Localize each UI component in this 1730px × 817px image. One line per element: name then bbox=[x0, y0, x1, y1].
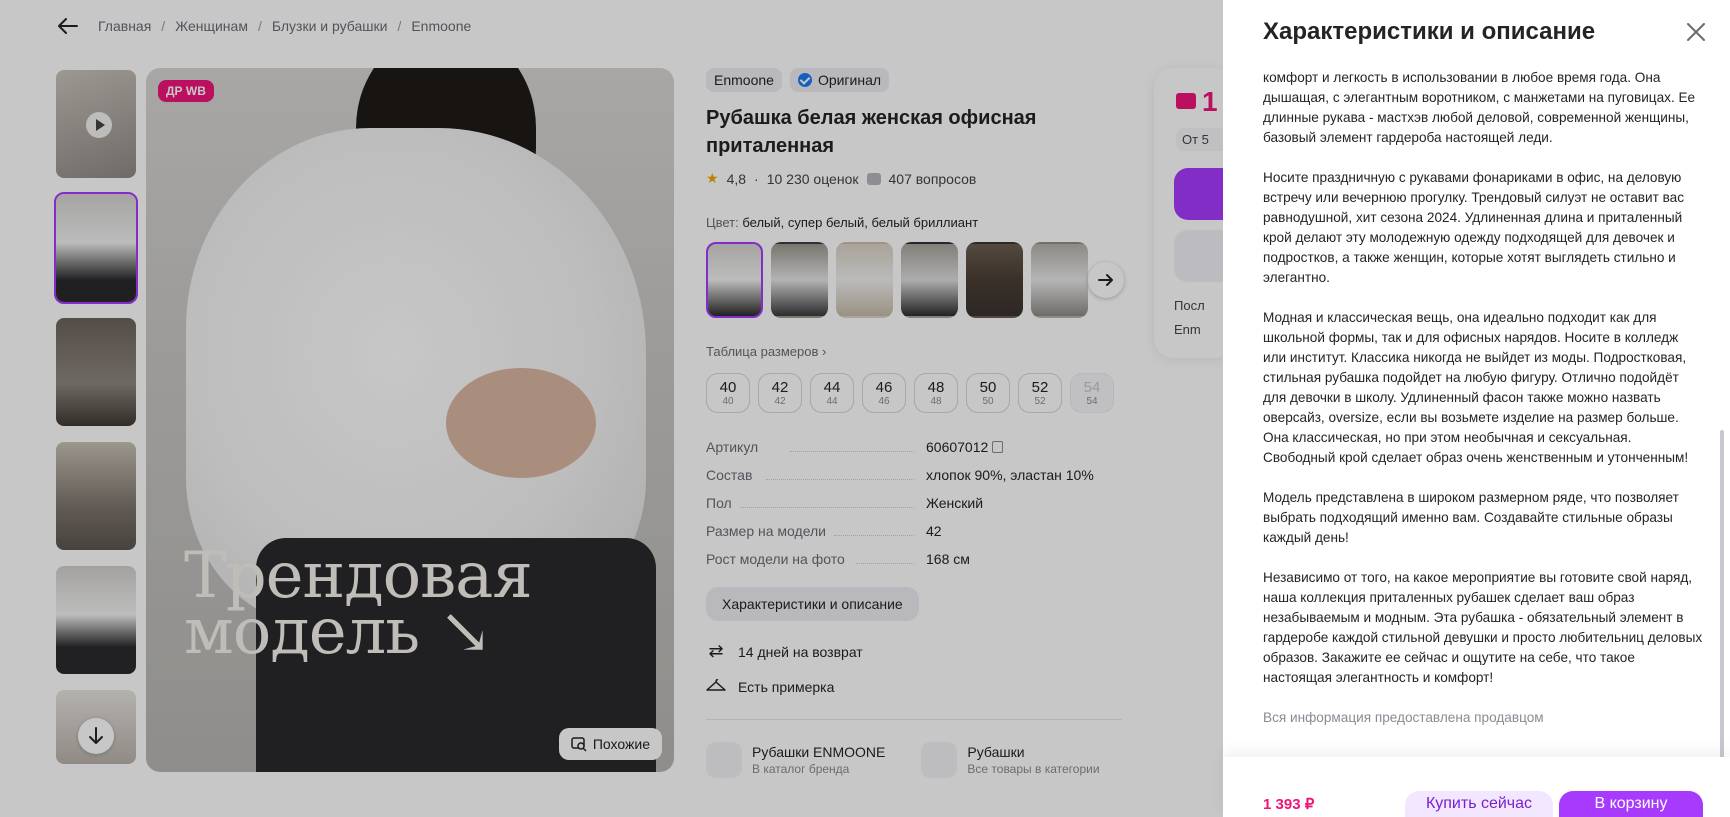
panel-title: Характеристики и описание bbox=[1263, 18, 1596, 45]
description-paragraph: комфорт и легкость в использовании в люб… bbox=[1263, 70, 1696, 145]
description-paragraph: Независимо от того, на какое мероприятие… bbox=[1263, 570, 1703, 685]
characteristics-panel: Характеристики и описание комфорт и легк… bbox=[1223, 0, 1730, 817]
add-to-cart-button[interactable]: В корзину bbox=[1559, 791, 1703, 817]
buy-now-button[interactable]: Купить сейчас bbox=[1405, 791, 1553, 817]
seller-info-note: Вся информация предоставлена продавцом bbox=[1263, 710, 1544, 725]
description-paragraph: Модель представлена в широком размерном … bbox=[1263, 490, 1679, 545]
panel-footer: 1 393 ₽ Купить сейчас В корзину bbox=[1223, 757, 1730, 817]
description-paragraph: Носите праздничную с рукавами фонариками… bbox=[1263, 170, 1685, 285]
scrollbar[interactable] bbox=[1720, 430, 1724, 770]
description-text: комфорт и легкость в использовании в люб… bbox=[1263, 68, 1703, 756]
footer-price: 1 393 ₽ bbox=[1263, 796, 1315, 813]
close-icon[interactable] bbox=[1684, 20, 1708, 44]
description-paragraph: Модная и классическая вещь, она идеально… bbox=[1263, 310, 1689, 465]
